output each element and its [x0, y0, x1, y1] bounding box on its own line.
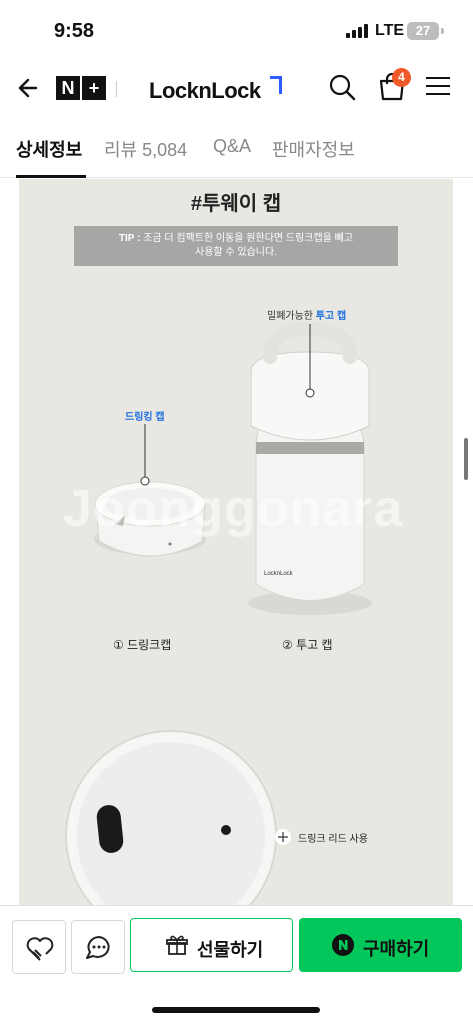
heart-plus-icon [26, 937, 54, 961]
inquiry-button[interactable] [71, 920, 125, 974]
watermark-text: Joonggonara [63, 480, 404, 538]
tip-line-2: 사용할 수 있습니다. [195, 247, 277, 258]
tab-qna[interactable]: Q&A [213, 136, 251, 157]
naver-plus-logo-n[interactable]: N [56, 76, 80, 100]
gift-button[interactable]: 선물하기 [130, 918, 293, 972]
brand-mark-icon [270, 76, 282, 94]
product-detail-image: LocknLock Joonggonara #투웨이 캡 TIP : 조금 더 … [19, 179, 453, 905]
tip-box: TIP : 조금 더 컴팩트한 이동을 원한다면 드링크캡을 빼고 사용할 수 … [74, 226, 398, 266]
tab-detail[interactable]: 상세정보 [16, 136, 82, 162]
signal-icon [346, 24, 370, 38]
tip-line-1: 조금 더 컴팩트한 이동을 원한다면 드링크캡을 빼고 [143, 233, 354, 244]
tip-prefix: TIP : [118, 233, 141, 244]
search-icon[interactable] [328, 73, 356, 101]
battery-tip [441, 28, 444, 34]
tab-seller-info[interactable]: 판매자정보 [272, 136, 355, 162]
tab-reviews[interactable]: 리뷰 5,084 [104, 136, 187, 162]
status-time: 9:58 [54, 20, 95, 42]
home-indicator [152, 1007, 320, 1013]
togo-label-plain: 밀폐가능한 [267, 311, 313, 322]
chat-bubble-icon [86, 936, 110, 959]
caption-togo-cap: ② 투고 캡 [282, 638, 333, 652]
scrollbar-thumb[interactable] [464, 438, 468, 480]
gift-button-label: 선물하기 [197, 940, 264, 960]
product-tabs: 상세정보 리뷰 5,084 Q&A 판매자정보 [0, 120, 473, 178]
tumbler-steel-band [256, 442, 364, 454]
caption-drink-cap: ① 드링크캡 [113, 638, 172, 652]
togo-cap-pointer-dot [305, 388, 315, 398]
lid-vent-hole [221, 825, 231, 835]
section-title: #투웨이 캡 [190, 193, 282, 215]
togo-cap-label: 밀폐가능한 투고 캡 [267, 307, 346, 322]
buy-button-label: 구매하기 [363, 939, 430, 959]
cart-count-badge: 4 [392, 68, 411, 87]
togo-label-accent: 투고 캡 [315, 311, 347, 322]
back-arrow-icon[interactable] [14, 72, 46, 104]
battery-icon: 27 [407, 22, 439, 40]
status-bar: 9:58 LTE 27 [0, 0, 473, 60]
wishlist-button[interactable] [12, 920, 66, 974]
lid-usage-label: 드링크 리드 사용 [298, 834, 368, 845]
hamburger-menu-icon[interactable] [426, 76, 452, 98]
brand-logo[interactable]: LocknLock [149, 78, 261, 104]
naver-n-icon [332, 934, 354, 956]
naver-plus-logo-plus[interactable]: + [82, 76, 106, 100]
header-divider [116, 81, 117, 97]
buy-button[interactable]: 구매하기 [299, 918, 462, 972]
network-type: LTE [375, 22, 405, 39]
drink-cap-label: 드링킹 캡 [125, 412, 165, 423]
gift-icon [166, 935, 188, 955]
tumbler-print: LocknLock [264, 571, 294, 577]
active-tab-indicator [16, 175, 86, 178]
product-illustration: LocknLock [65, 321, 372, 905]
drink-cap-vent [168, 542, 172, 546]
